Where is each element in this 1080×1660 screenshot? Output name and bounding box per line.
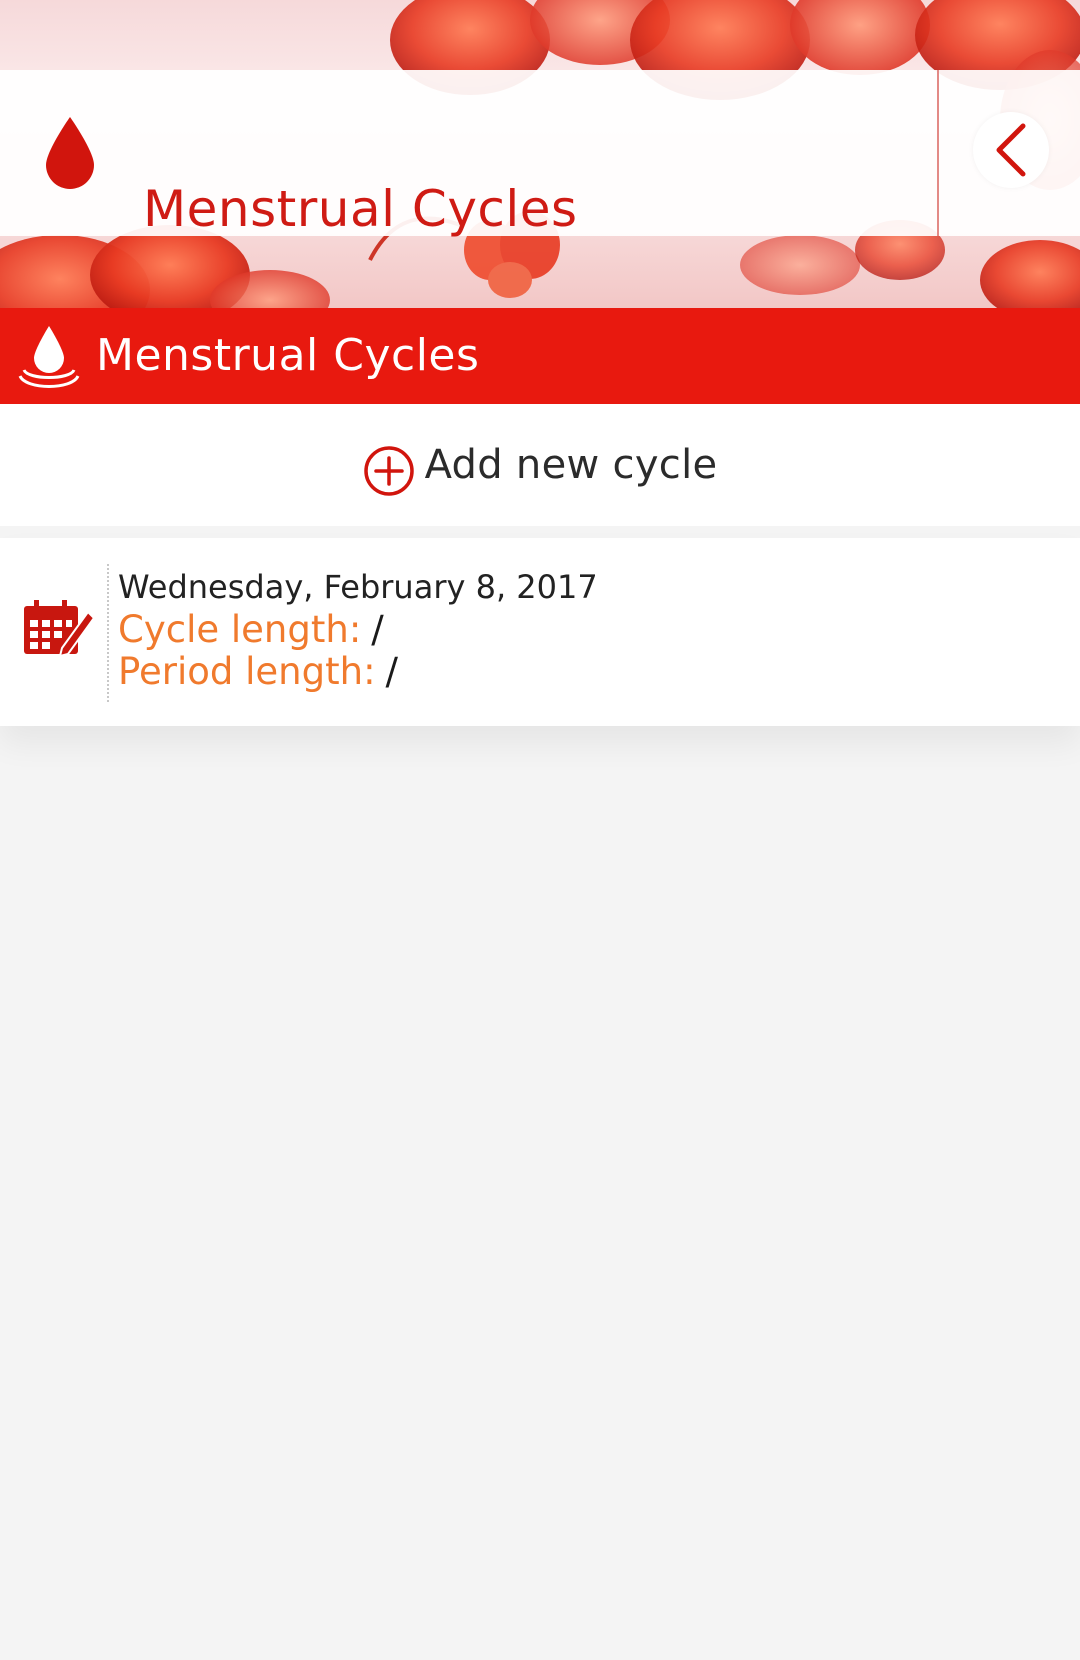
period-length-label: Period length:	[118, 650, 376, 693]
add-new-cycle-label: Add new cycle	[424, 442, 718, 488]
cycle-length-row: Cycle length: /	[118, 608, 384, 651]
blood-drop-icon	[42, 115, 98, 195]
cycle-date: Wednesday, February 8, 2017	[118, 568, 598, 606]
cycle-length-value: /	[371, 608, 384, 651]
calendar-edit-icon	[22, 598, 96, 662]
section-header: Menstrual Cycles	[0, 308, 1080, 404]
chevron-left-icon	[996, 123, 1026, 177]
app-bar-divider	[937, 70, 939, 236]
cycle-length-label: Cycle length:	[118, 608, 362, 651]
card-divider	[107, 564, 109, 702]
plus-circle-icon	[363, 446, 414, 496]
period-length-row: Period length: /	[118, 650, 398, 693]
cycle-list-item[interactable]: Wednesday, February 8, 2017 Cycle length…	[0, 538, 1080, 726]
add-new-cycle-button[interactable]: Add new cycle	[0, 404, 1080, 526]
app-bar-title: Menstrual Cycles	[143, 180, 578, 238]
app-bar: Menstrual Cycles	[0, 70, 1080, 238]
water-drop-icon	[18, 324, 80, 394]
section-title: Menstrual Cycles	[96, 330, 480, 381]
period-length-value: /	[385, 650, 399, 693]
back-button[interactable]	[973, 112, 1049, 188]
